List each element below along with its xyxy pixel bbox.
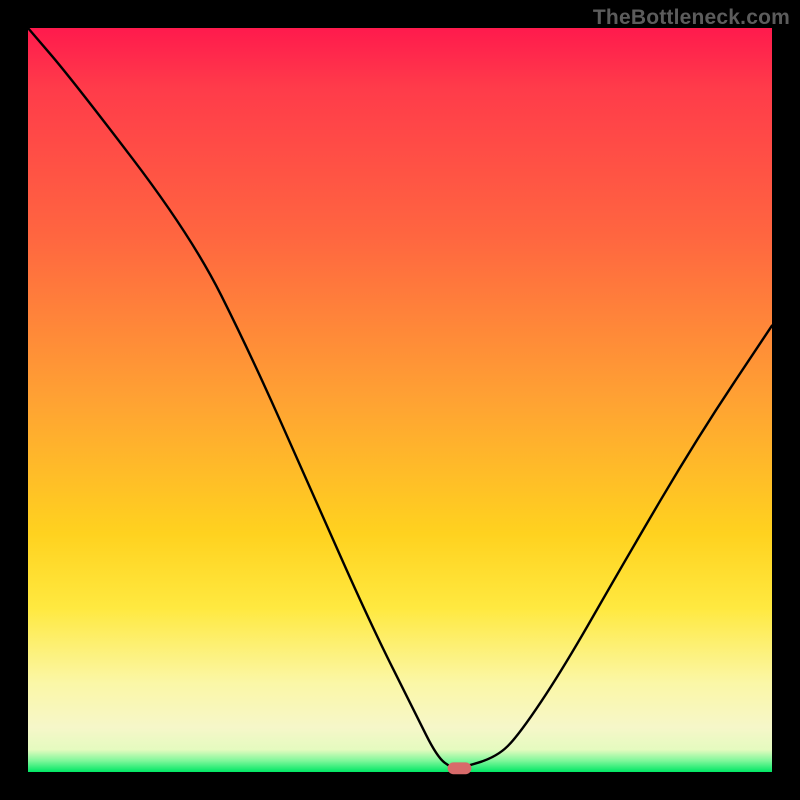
bottleneck-curve [28, 28, 772, 768]
chart-frame: TheBottleneck.com [0, 0, 800, 800]
watermark-text: TheBottleneck.com [593, 6, 790, 30]
curve-svg [28, 28, 772, 772]
plot-area [28, 28, 772, 772]
optimum-marker [448, 762, 472, 774]
